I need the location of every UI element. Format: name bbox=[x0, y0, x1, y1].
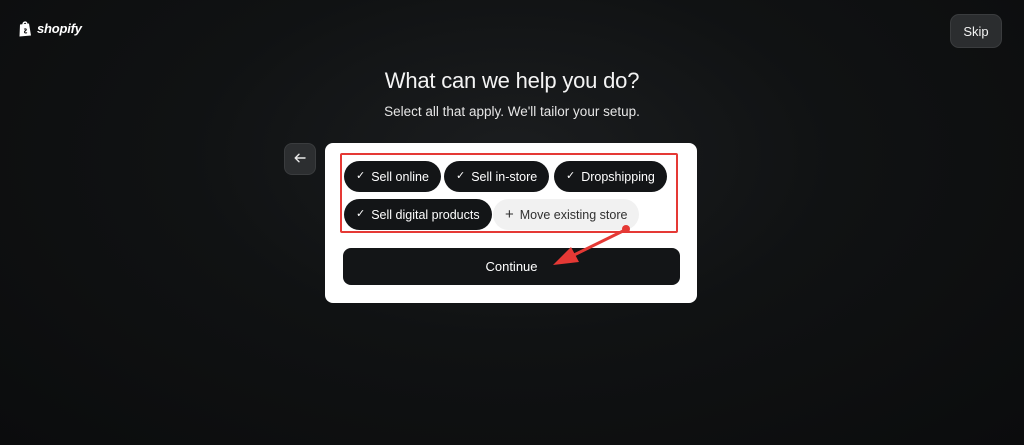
plus-icon: + bbox=[505, 206, 514, 223]
shopify-bag-icon bbox=[18, 20, 33, 37]
back-button[interactable] bbox=[284, 143, 316, 175]
check-icon: ✓ bbox=[456, 170, 466, 182]
option-sell-in-store[interactable]: ✓ Sell in-store bbox=[444, 161, 550, 192]
check-icon: ✓ bbox=[356, 170, 366, 182]
page-subtitle: Select all that apply. We'll tailor your… bbox=[384, 104, 640, 119]
logo-text: shopify bbox=[37, 21, 82, 36]
option-label: Move existing store bbox=[519, 207, 628, 222]
option-label: Sell in-store bbox=[471, 169, 538, 184]
page-title: What can we help you do? bbox=[384, 68, 640, 93]
option-move-existing-store[interactable]: + Move existing store bbox=[493, 199, 640, 230]
check-icon: ✓ bbox=[356, 208, 366, 220]
option-sell-online[interactable]: ✓ Sell online bbox=[344, 161, 441, 192]
shopify-logo[interactable]: shopify bbox=[18, 20, 82, 37]
option-sell-digital-products[interactable]: ✓ Sell digital products bbox=[344, 199, 492, 230]
option-label: Dropshipping bbox=[581, 169, 655, 184]
option-dropshipping[interactable]: ✓ Dropshipping bbox=[554, 161, 667, 192]
arrow-left-icon bbox=[294, 150, 306, 168]
skip-button[interactable]: Skip bbox=[950, 14, 1002, 48]
option-label: Sell digital products bbox=[371, 207, 480, 222]
option-label: Sell online bbox=[371, 169, 429, 184]
continue-button[interactable]: Continue bbox=[343, 248, 680, 285]
check-icon: ✓ bbox=[566, 170, 576, 182]
